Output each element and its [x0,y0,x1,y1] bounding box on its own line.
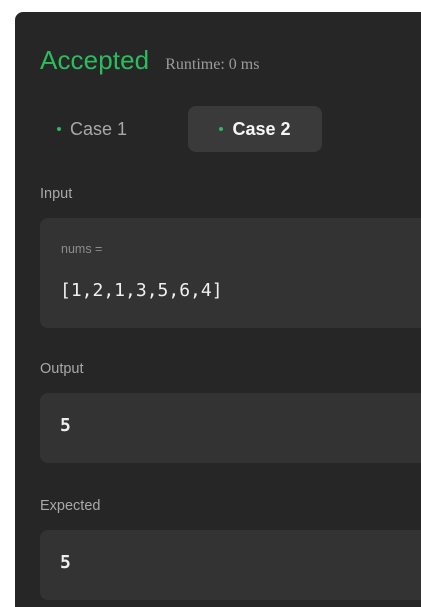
tab-case-1[interactable]: Case 1 [57,106,127,152]
output-box: 5 [40,393,421,463]
testcase-result-panel: Accepted Runtime: 0 ms Case 1 Case 2 Inp… [15,12,421,607]
input-variable-name: nums = [61,242,103,256]
result-header: Accepted Runtime: 0 ms [40,45,259,76]
input-label: Input [40,186,73,202]
input-value: [1,2,1,3,5,6,4] [60,280,223,301]
output-label: Output [40,361,84,377]
expected-value: 5 [60,552,71,573]
tab-case-2[interactable]: Case 2 [188,106,322,152]
passed-dot-icon [219,127,224,131]
tab-label: Case 2 [232,118,291,139]
output-value: 5 [60,415,71,436]
expected-label: Expected [40,498,101,514]
tab-label: Case 1 [70,118,128,139]
input-box: nums = [1,2,1,3,5,6,4] [40,218,421,328]
runtime-text: Runtime: 0 ms [165,56,260,73]
expected-box: 5 [40,530,421,600]
passed-dot-icon [57,127,61,131]
status-text: Accepted [40,45,150,75]
